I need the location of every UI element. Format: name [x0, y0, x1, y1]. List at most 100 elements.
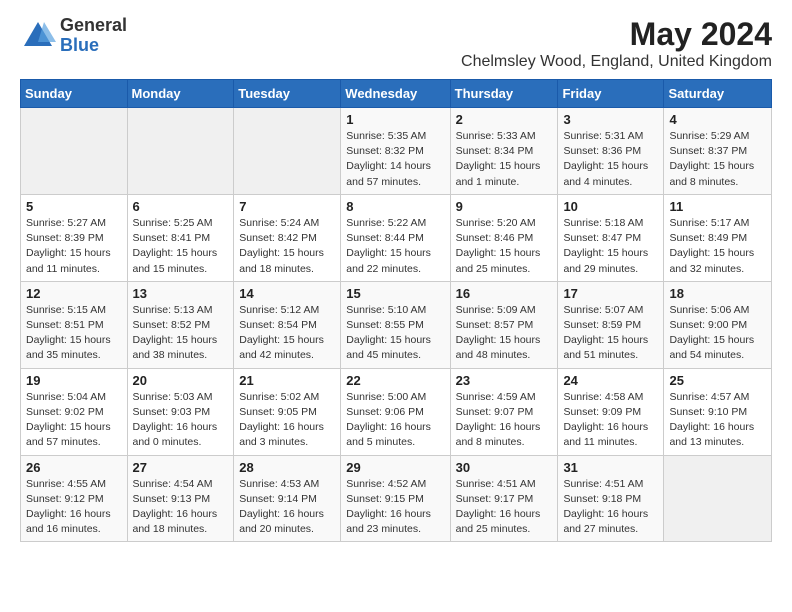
day-number: 23 [456, 373, 553, 388]
calendar-cell: 26 Sunrise: 4:55 AMSunset: 9:12 PMDayligh… [21, 455, 128, 542]
day-number: 17 [563, 286, 658, 301]
logo-icon [20, 18, 56, 54]
day-info: Sunrise: 4:54 AMSunset: 9:13 PMDaylight:… [133, 477, 229, 538]
day-number: 28 [239, 460, 335, 475]
calendar-cell: 27Sunrise: 4:54 AMSunset: 9:13 PMDayligh… [127, 455, 234, 542]
day-info: Sunrise: 5:13 AMSunset: 8:52 PMDaylight:… [133, 303, 229, 364]
calendar-cell: 25Sunrise: 4:57 AMSunset: 9:10 PMDayligh… [664, 368, 772, 455]
calendar-table: SundayMondayTuesdayWednesdayThursdayFrid… [20, 79, 772, 542]
calendar-cell: 18 Sunrise: 5:06 AMSunset: 9:00 PMDayligh… [664, 281, 772, 368]
calendar-cell: 28 Sunrise: 4:53 AMSunset: 9:14 PMDayligh… [234, 455, 341, 542]
calendar-cell: 22 Sunrise: 5:00 AMSunset: 9:06 PMDayligh… [341, 368, 450, 455]
logo-text: General Blue [60, 16, 127, 56]
day-number: 1 [346, 112, 444, 127]
calendar-cell: 20Sunrise: 5:03 AMSunset: 9:03 PMDayligh… [127, 368, 234, 455]
day-info: Sunrise: 5:06 AMSunset: 9:00 PMDaylight:… [669, 303, 766, 364]
day-number: 15 [346, 286, 444, 301]
day-info: Sunrise: 5:12 AMSunset: 8:54 PMDaylight:… [239, 303, 335, 364]
header-day-sunday: Sunday [21, 80, 128, 108]
day-info: Sunrise: 5:27 AMSunset: 8:39 PMDaylight:… [26, 216, 122, 277]
day-number: 13 [133, 286, 229, 301]
day-info: Sunrise: 4:58 AMSunset: 9:09 PMDaylight:… [563, 390, 658, 451]
week-row-5: 26 Sunrise: 4:55 AMSunset: 9:12 PMDayligh… [21, 455, 772, 542]
calendar-cell: 29 Sunrise: 4:52 AMSunset: 9:15 PMDayligh… [341, 455, 450, 542]
day-info: Sunrise: 4:52 AMSunset: 9:15 PMDaylight:… [346, 477, 444, 538]
main-title: May 2024 [461, 16, 772, 53]
calendar-cell [127, 108, 234, 195]
day-number: 5 [26, 199, 122, 214]
day-info: Sunrise: 5:24 AMSunset: 8:42 PMDaylight:… [239, 216, 335, 277]
day-number: 8 [346, 199, 444, 214]
day-number: 26 [26, 460, 122, 475]
header-day-tuesday: Tuesday [234, 80, 341, 108]
day-number: 18 [669, 286, 766, 301]
page: General Blue May 2024 Chelmsley Wood, En… [0, 0, 792, 562]
day-info: Sunrise: 5:00 AMSunset: 9:06 PMDaylight:… [346, 390, 444, 451]
header-day-thursday: Thursday [450, 80, 558, 108]
calendar-cell: 1Sunrise: 5:35 AMSunset: 8:32 PMDaylight… [341, 108, 450, 195]
calendar-cell: 15 Sunrise: 5:10 AMSunset: 8:55 PMDayligh… [341, 281, 450, 368]
calendar-cell: 10Sunrise: 5:18 AMSunset: 8:47 PMDayligh… [558, 194, 664, 281]
day-number: 11 [669, 199, 766, 214]
day-number: 22 [346, 373, 444, 388]
day-number: 12 [26, 286, 122, 301]
calendar-cell [664, 455, 772, 542]
header-day-monday: Monday [127, 80, 234, 108]
day-info: Sunrise: 5:18 AMSunset: 8:47 PMDaylight:… [563, 216, 658, 277]
calendar-cell: 5 Sunrise: 5:27 AMSunset: 8:39 PMDaylight… [21, 194, 128, 281]
day-info: Sunrise: 4:51 AMSunset: 9:18 PMDaylight:… [563, 477, 658, 538]
day-info: Sunrise: 4:57 AMSunset: 9:10 PMDaylight:… [669, 390, 766, 451]
day-number: 4 [669, 112, 766, 127]
week-row-1: 1Sunrise: 5:35 AMSunset: 8:32 PMDaylight… [21, 108, 772, 195]
day-info: Sunrise: 5:33 AMSunset: 8:34 PMDaylight:… [456, 129, 553, 190]
calendar-cell: 19 Sunrise: 5:04 AMSunset: 9:02 PMDayligh… [21, 368, 128, 455]
day-number: 20 [133, 373, 229, 388]
day-number: 30 [456, 460, 553, 475]
calendar-cell: 16Sunrise: 5:09 AMSunset: 8:57 PMDayligh… [450, 281, 558, 368]
logo: General Blue [20, 16, 127, 56]
day-info: Sunrise: 5:04 AMSunset: 9:02 PMDaylight:… [26, 390, 122, 451]
day-number: 19 [26, 373, 122, 388]
day-info: Sunrise: 5:17 AMSunset: 8:49 PMDaylight:… [669, 216, 766, 277]
day-info: Sunrise: 4:53 AMSunset: 9:14 PMDaylight:… [239, 477, 335, 538]
calendar-cell: 7 Sunrise: 5:24 AMSunset: 8:42 PMDaylight… [234, 194, 341, 281]
calendar-body: 1Sunrise: 5:35 AMSunset: 8:32 PMDaylight… [21, 108, 772, 542]
calendar-cell: 31Sunrise: 4:51 AMSunset: 9:18 PMDayligh… [558, 455, 664, 542]
header: General Blue May 2024 Chelmsley Wood, En… [20, 16, 772, 71]
calendar-cell: 24Sunrise: 4:58 AMSunset: 9:09 PMDayligh… [558, 368, 664, 455]
day-info: Sunrise: 5:15 AMSunset: 8:51 PMDaylight:… [26, 303, 122, 364]
day-info: Sunrise: 5:20 AMSunset: 8:46 PMDaylight:… [456, 216, 553, 277]
day-info: Sunrise: 5:10 AMSunset: 8:55 PMDaylight:… [346, 303, 444, 364]
header-day-friday: Friday [558, 80, 664, 108]
day-number: 9 [456, 199, 553, 214]
calendar-cell: 3 Sunrise: 5:31 AMSunset: 8:36 PMDaylight… [558, 108, 664, 195]
day-number: 14 [239, 286, 335, 301]
calendar-cell: 14 Sunrise: 5:12 AMSunset: 8:54 PMDayligh… [234, 281, 341, 368]
calendar-cell: 4 Sunrise: 5:29 AMSunset: 8:37 PMDaylight… [664, 108, 772, 195]
calendar-cell: 6Sunrise: 5:25 AMSunset: 8:41 PMDaylight… [127, 194, 234, 281]
day-number: 3 [563, 112, 658, 127]
day-info: Sunrise: 5:22 AMSunset: 8:44 PMDaylight:… [346, 216, 444, 277]
calendar-cell: 8 Sunrise: 5:22 AMSunset: 8:44 PMDaylight… [341, 194, 450, 281]
week-row-2: 5 Sunrise: 5:27 AMSunset: 8:39 PMDaylight… [21, 194, 772, 281]
day-info: Sunrise: 5:02 AMSunset: 9:05 PMDaylight:… [239, 390, 335, 451]
header-day-wednesday: Wednesday [341, 80, 450, 108]
day-number: 21 [239, 373, 335, 388]
day-info: Sunrise: 4:55 AMSunset: 9:12 PMDaylight:… [26, 477, 122, 538]
subtitle: Chelmsley Wood, England, United Kingdom [461, 53, 772, 71]
calendar-cell: 11 Sunrise: 5:17 AMSunset: 8:49 PMDayligh… [664, 194, 772, 281]
calendar-cell [21, 108, 128, 195]
header-row: SundayMondayTuesdayWednesdayThursdayFrid… [21, 80, 772, 108]
calendar-cell: 30Sunrise: 4:51 AMSunset: 9:17 PMDayligh… [450, 455, 558, 542]
day-number: 2 [456, 112, 553, 127]
title-block: May 2024 Chelmsley Wood, England, United… [461, 16, 772, 71]
day-number: 29 [346, 460, 444, 475]
calendar-cell: 21 Sunrise: 5:02 AMSunset: 9:05 PMDayligh… [234, 368, 341, 455]
calendar-cell: 23Sunrise: 4:59 AMSunset: 9:07 PMDayligh… [450, 368, 558, 455]
day-info: Sunrise: 5:31 AMSunset: 8:36 PMDaylight:… [563, 129, 658, 190]
day-number: 7 [239, 199, 335, 214]
calendar-cell: 13 Sunrise: 5:13 AMSunset: 8:52 PMDayligh… [127, 281, 234, 368]
day-info: Sunrise: 5:07 AMSunset: 8:59 PMDaylight:… [563, 303, 658, 364]
day-info: Sunrise: 5:29 AMSunset: 8:37 PMDaylight:… [669, 129, 766, 190]
calendar-cell: 12 Sunrise: 5:15 AMSunset: 8:51 PMDayligh… [21, 281, 128, 368]
